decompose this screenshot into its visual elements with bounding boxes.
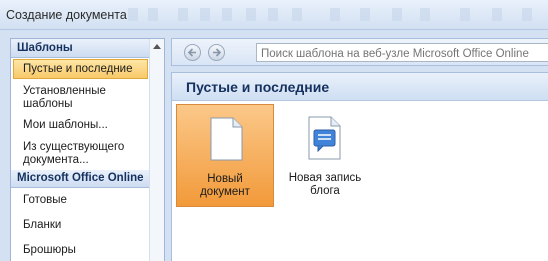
office-online-header: Microsoft Office Online	[11, 170, 150, 188]
toolbar-ghost	[148, 8, 158, 21]
category-brochures[interactable]: Брошюры	[11, 244, 150, 257]
tile-label-line: блога	[310, 185, 340, 197]
blog-post-icon	[308, 116, 341, 160]
tile-label: Новая запись блога	[276, 172, 374, 198]
category-label-line: документа...	[23, 154, 89, 166]
category-blank-and-recent[interactable]: Пустые и последние	[13, 59, 148, 79]
toolbar-ghost	[392, 8, 402, 21]
category-scrollbar[interactable]	[149, 39, 164, 261]
category-installed-templates[interactable]: Установленные шаблоны	[11, 85, 150, 111]
template-categories-pane: Шаблоны Пустые и последние Установленные…	[10, 38, 165, 261]
forward-button[interactable]	[208, 44, 225, 61]
tile-label-line: Новый	[207, 173, 243, 185]
toolbar-ghost	[222, 8, 232, 21]
title-bar: Создание документа	[0, 0, 548, 30]
gallery-section-title: Пустые и последние	[172, 73, 548, 101]
toolbar-ghost	[178, 8, 188, 21]
toolbar-ghost	[330, 8, 340, 21]
toolbar-ghost	[268, 8, 278, 21]
category-label-line: Из существующего	[23, 141, 125, 153]
back-button[interactable]	[184, 44, 201, 61]
tile-label: Новый документ	[177, 173, 273, 199]
blank-document-icon	[210, 117, 243, 161]
template-gallery: Пустые и последние Новый документ Новая …	[171, 72, 548, 261]
templates-header: Шаблоны	[11, 39, 150, 58]
toolbar-ghost	[246, 8, 256, 21]
arrow-right-icon	[213, 48, 222, 57]
category-list: Шаблоны Пустые и последние Установленные…	[11, 39, 150, 261]
template-new-blog-post[interactable]: Новая запись блога	[276, 104, 374, 207]
toolbar-ghost	[200, 8, 210, 21]
category-my-templates[interactable]: Мои шаблоны...	[11, 119, 150, 132]
toolbar-ghost	[292, 8, 302, 21]
category-featured[interactable]: Готовые	[11, 194, 150, 207]
toolbar-ghost	[360, 8, 370, 21]
category-label-line: шаблоны	[23, 98, 73, 110]
toolbar-ghost	[492, 8, 502, 21]
scroll-up-arrow-icon[interactable]	[153, 44, 161, 49]
tile-label-line: документ	[200, 186, 250, 198]
tile-label-line: Новая запись	[288, 172, 362, 184]
arrow-left-icon	[187, 48, 196, 57]
toolbar-ghost	[522, 8, 532, 21]
category-from-existing[interactable]: Из существующего документа...	[11, 141, 150, 167]
template-new-document[interactable]: Новый документ	[176, 104, 274, 207]
window-title: Создание документа	[6, 8, 127, 22]
category-label-line: Установленные	[23, 85, 106, 97]
category-forms[interactable]: Бланки	[11, 219, 150, 232]
template-search-input[interactable]	[256, 43, 548, 62]
toolbar-ghost	[460, 8, 470, 21]
navigation-bar	[171, 38, 548, 66]
toolbar-ghost	[128, 8, 138, 21]
toolbar-ghost	[420, 8, 430, 21]
